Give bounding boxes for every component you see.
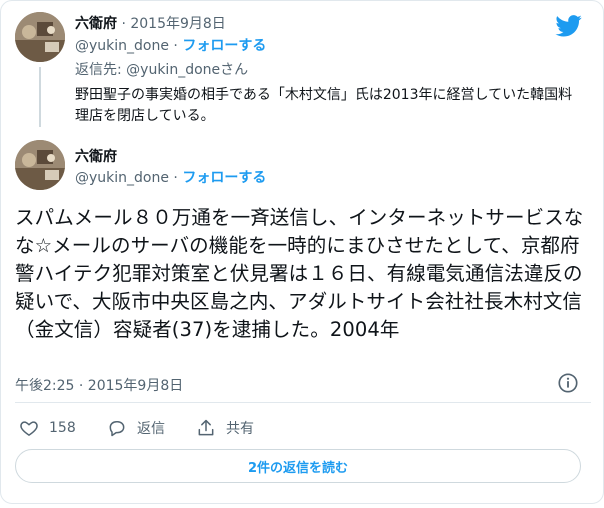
- separator-dot: ·: [173, 38, 178, 54]
- read-replies-button[interactable]: 2件の返信を読む: [15, 449, 581, 483]
- main-follow-button[interactable]: フォローする: [182, 170, 266, 186]
- share-label: 共有: [226, 421, 254, 437]
- parent-date[interactable]: 2015年9月8日: [130, 16, 225, 32]
- share-icon: [198, 419, 214, 436]
- avatar-photo: [15, 12, 65, 62]
- like-button[interactable]: 158: [19, 415, 76, 441]
- separator-dot: ·: [121, 16, 126, 32]
- twitter-logo-icon[interactable]: [555, 15, 583, 37]
- avatar-photo: [15, 140, 65, 190]
- reply-to-label: 返信先: @yukin_doneさん: [75, 62, 249, 78]
- parent-tweet-text: 野田聖子の事実婚の相手である「木村文信」氏は2013年に経営していた韓国料理店を…: [75, 87, 573, 124]
- parent-handle-row: @yukin_done · フォローする: [75, 35, 266, 55]
- main-handle-row: @yukin_done · フォローする: [75, 167, 266, 187]
- main-author-name[interactable]: 六衛府: [75, 146, 117, 166]
- tweet-timestamp[interactable]: 午後2:25 · 2015年9月8日: [15, 375, 183, 395]
- thread-connector: [39, 67, 41, 127]
- divider: [15, 402, 591, 403]
- main-avatar[interactable]: [15, 140, 65, 190]
- reply-label: 返信: [137, 421, 165, 437]
- parent-follow-button[interactable]: フォローする: [182, 38, 266, 54]
- reply-button[interactable]: 返信: [107, 415, 165, 441]
- separator-dot: ·: [173, 170, 178, 186]
- reply-bubble-icon: [109, 421, 125, 437]
- heart-icon: [20, 421, 38, 436]
- info-icon[interactable]: [557, 372, 579, 394]
- parent-author-name[interactable]: 六衛府: [75, 16, 117, 32]
- main-tweet-text: スパムメール８０万通を一斉送信し、インターネットサービスなな☆メールのサーバの機…: [15, 206, 584, 341]
- like-count: 158: [49, 420, 76, 436]
- embedded-tweet-card: 六衛府 · 2015年9月8日 @yukin_done · フォローする 返信先…: [0, 0, 604, 504]
- share-button[interactable]: 共有: [196, 415, 254, 441]
- parent-avatar[interactable]: [15, 12, 65, 62]
- parent-header: 六衛府 · 2015年9月8日: [75, 13, 226, 33]
- main-handle[interactable]: @yukin_done: [75, 170, 169, 186]
- parent-handle[interactable]: @yukin_done: [75, 38, 169, 54]
